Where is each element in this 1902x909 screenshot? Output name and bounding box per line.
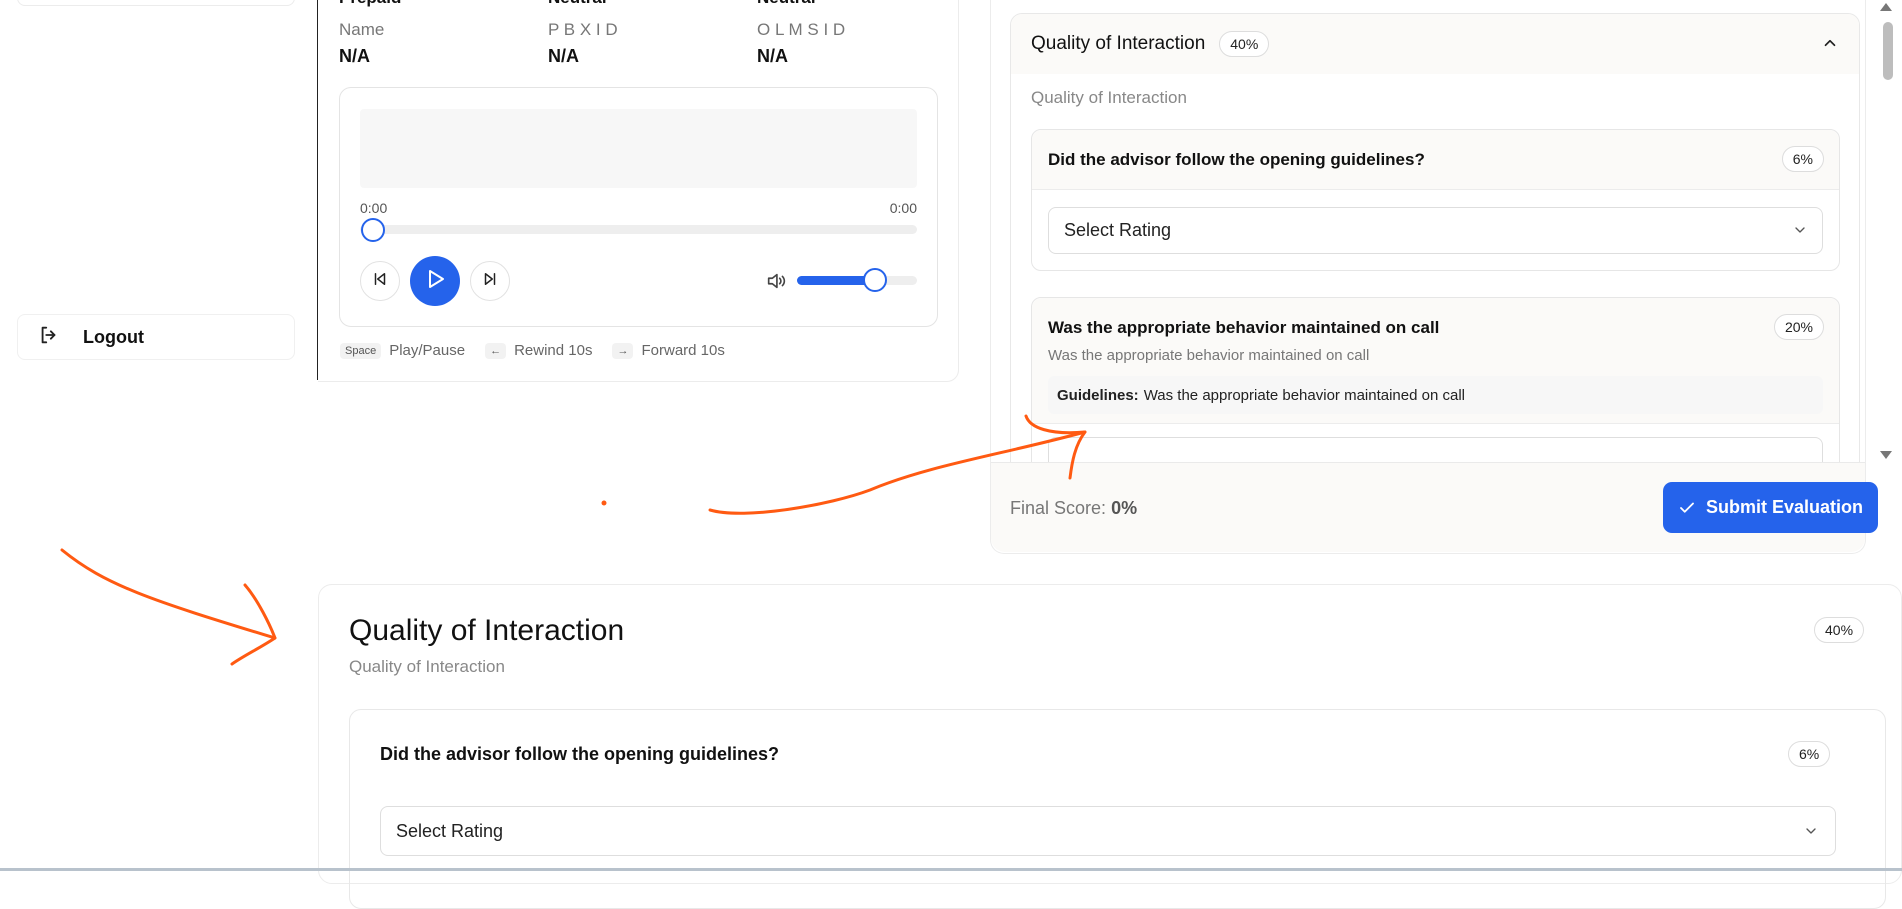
- annotation-arrows-icon: [60, 414, 1087, 666]
- annotation-arrow: [60, 414, 1087, 666]
- annotation-dot: [601, 500, 607, 506]
